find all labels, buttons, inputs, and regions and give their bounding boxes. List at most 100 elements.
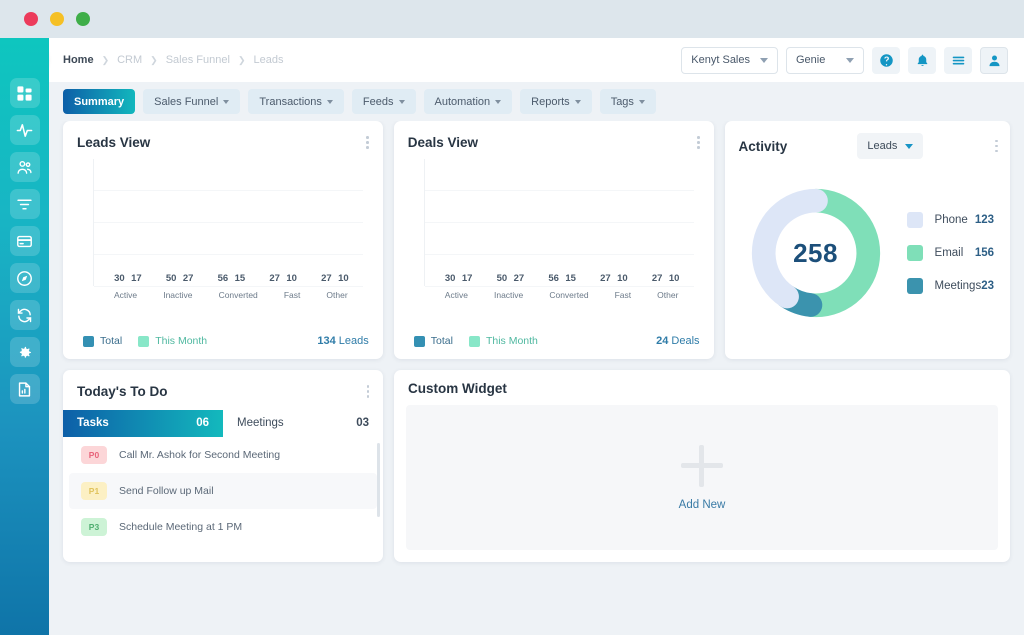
add-new-label: Add New xyxy=(679,499,726,511)
tab-label: Reports xyxy=(531,96,570,108)
todo-scrollbar[interactable] xyxy=(377,443,380,517)
page-title: Deals View xyxy=(408,135,478,150)
bar-group-container: 30175027561527102710 xyxy=(425,159,700,286)
bar-value-label: 50 xyxy=(166,273,177,284)
header-actions: Kenyt Sales Genie xyxy=(681,47,1008,74)
todo-item-text: Call Mr. Ashok for Second Meeting xyxy=(119,449,280,461)
contacts-people-icon xyxy=(16,159,33,176)
activity-scope-selector[interactable]: Leads xyxy=(857,133,923,159)
list-item[interactable]: P3Schedule Meeting at 1 PM xyxy=(69,509,377,545)
tab-sales-funnel[interactable]: Sales Funnel xyxy=(143,89,240,114)
bar-value-label: 10 xyxy=(669,273,680,284)
menu-button[interactable] xyxy=(944,47,972,74)
activity-scope-label: Leads xyxy=(867,140,897,152)
window-titlebar xyxy=(0,0,1024,38)
sidebar-item-filter[interactable] xyxy=(10,189,40,219)
chevron-down-icon xyxy=(905,144,913,149)
bar-value-label: 27 xyxy=(514,273,525,284)
activity-card: Activity Leads 258 xyxy=(725,121,1010,359)
more-options-icon[interactable] xyxy=(993,136,1000,157)
sidebar-item-dashboard[interactable] xyxy=(10,78,40,108)
sidebar-item-contacts[interactable] xyxy=(10,152,40,182)
sidebar-item-billing[interactable] xyxy=(10,226,40,256)
minimize-window-button[interactable] xyxy=(50,12,64,26)
activity-legend-row: Email156 xyxy=(907,245,994,261)
breadcrumb-item-home[interactable]: Home xyxy=(63,54,94,66)
deals-chart-legend: Total This Month 24 Deals xyxy=(394,325,714,359)
tab-transactions[interactable]: Transactions xyxy=(248,89,344,114)
notifications-button[interactable] xyxy=(908,47,936,74)
chevron-down-icon xyxy=(639,100,645,104)
activity-pulse-icon xyxy=(16,122,33,139)
todo-tab-tasks[interactable]: Tasks 06 xyxy=(63,410,223,437)
legend-label-this-month: This Month xyxy=(155,335,207,347)
breadcrumb-item-sales-funnel[interactable]: Sales Funnel xyxy=(166,54,230,66)
sidebar-item-activity[interactable] xyxy=(10,115,40,145)
breadcrumb-item-crm[interactable]: CRM xyxy=(117,54,142,66)
page-title: Activity xyxy=(739,139,788,154)
breadcrumb-item-leads[interactable]: Leads xyxy=(253,54,283,66)
leads-chart-plot: 30175027561527102710 xyxy=(93,159,369,286)
deals-view-header: Deals View xyxy=(394,121,714,153)
legend-value-meetings: 23 xyxy=(981,280,994,292)
deals-view-card: Deals View 30175027561527102710 ActiveIn… xyxy=(394,121,714,359)
profile-button[interactable] xyxy=(980,47,1008,74)
list-item[interactable]: P0Call Mr. Ashok for Second Meeting xyxy=(69,437,377,473)
sync-refresh-icon xyxy=(16,307,33,324)
breadcrumb: Home ❯ CRM ❯ Sales Funnel ❯ Leads xyxy=(63,54,283,66)
bar-value-label: 27 xyxy=(321,273,332,284)
tab-label: Sales Funnel xyxy=(154,96,218,108)
left-sidebar xyxy=(0,38,49,635)
legend-total: Total xyxy=(414,335,453,347)
todo-tab-meetings[interactable]: Meetings 03 xyxy=(223,410,383,437)
breadcrumb-chevron-icon: ❯ xyxy=(238,55,246,66)
bar-value-label: 17 xyxy=(131,273,142,284)
tab-summary[interactable]: Summary xyxy=(63,89,135,114)
sidebar-item-settings[interactable] xyxy=(10,337,40,367)
more-options-icon[interactable] xyxy=(364,132,371,153)
activity-legend: Phone123 Email156 Meetings23 xyxy=(889,212,994,294)
filter-funnel-icon xyxy=(16,196,33,213)
bar-value-label: 17 xyxy=(462,273,473,284)
chevron-down-icon xyxy=(223,100,229,104)
sidebar-item-explore[interactable] xyxy=(10,263,40,293)
legend-swatch-phone xyxy=(907,212,923,228)
todo-list: P0Call Mr. Ashok for Second MeetingP1Sen… xyxy=(63,437,383,563)
tab-tags[interactable]: Tags xyxy=(600,89,656,114)
account-selector[interactable]: Kenyt Sales xyxy=(681,47,778,74)
tab-automation[interactable]: Automation xyxy=(424,89,513,114)
bar-value-label: 27 xyxy=(183,273,194,284)
x-axis-tick-label: Converted xyxy=(219,290,258,300)
bar-value-label: 15 xyxy=(565,273,576,284)
leads-chart: 30175027561527102710 ActiveInactiveConve… xyxy=(63,153,383,326)
sidebar-item-sync[interactable] xyxy=(10,300,40,330)
help-button[interactable] xyxy=(872,47,900,74)
list-item[interactable]: P1Send Follow up Mail xyxy=(69,473,377,509)
add-new-widget-button[interactable]: Add New xyxy=(406,405,998,550)
assistant-selector[interactable]: Genie xyxy=(786,47,864,74)
x-axis-tick-label: Fast xyxy=(615,290,632,300)
legend-label-meetings: Meetings xyxy=(935,280,982,292)
tab-feeds[interactable]: Feeds xyxy=(352,89,416,114)
activity-legend-row: Meetings23 xyxy=(907,278,994,294)
more-options-icon[interactable] xyxy=(695,132,702,153)
compass-navigation-icon xyxy=(16,270,33,287)
page-title: Leads View xyxy=(77,135,150,150)
activity-legend-row: Phone123 xyxy=(907,212,994,228)
x-axis-tick-label: Active xyxy=(445,290,468,300)
leads-view-header: Leads View xyxy=(63,121,383,153)
leads-chart-legend: Total This Month 134 Leads xyxy=(63,325,383,359)
sidebar-item-reports[interactable] xyxy=(10,374,40,404)
legend-label-total: Total xyxy=(100,335,122,347)
leads-chart-xaxis: ActiveInactiveConvertedFastOther xyxy=(93,286,369,300)
more-options-icon[interactable] xyxy=(365,381,372,402)
x-axis-tick-label: Inactive xyxy=(494,290,523,300)
main-column: X Home ❯ CRM ❯ Sales Funnel ❯ Leads Keny… xyxy=(49,38,1024,635)
dashboard-row-top: Leads View 30175027561527102710 ActiveIn… xyxy=(63,121,1010,359)
tab-reports[interactable]: Reports xyxy=(520,89,592,114)
maximize-window-button[interactable] xyxy=(76,12,90,26)
bar-value-label: 56 xyxy=(548,273,559,284)
close-window-button[interactable] xyxy=(24,12,38,26)
todo-tab-count: 06 xyxy=(196,417,209,429)
deals-chart-xaxis: ActiveInactiveConvertedFastOther xyxy=(424,286,700,300)
